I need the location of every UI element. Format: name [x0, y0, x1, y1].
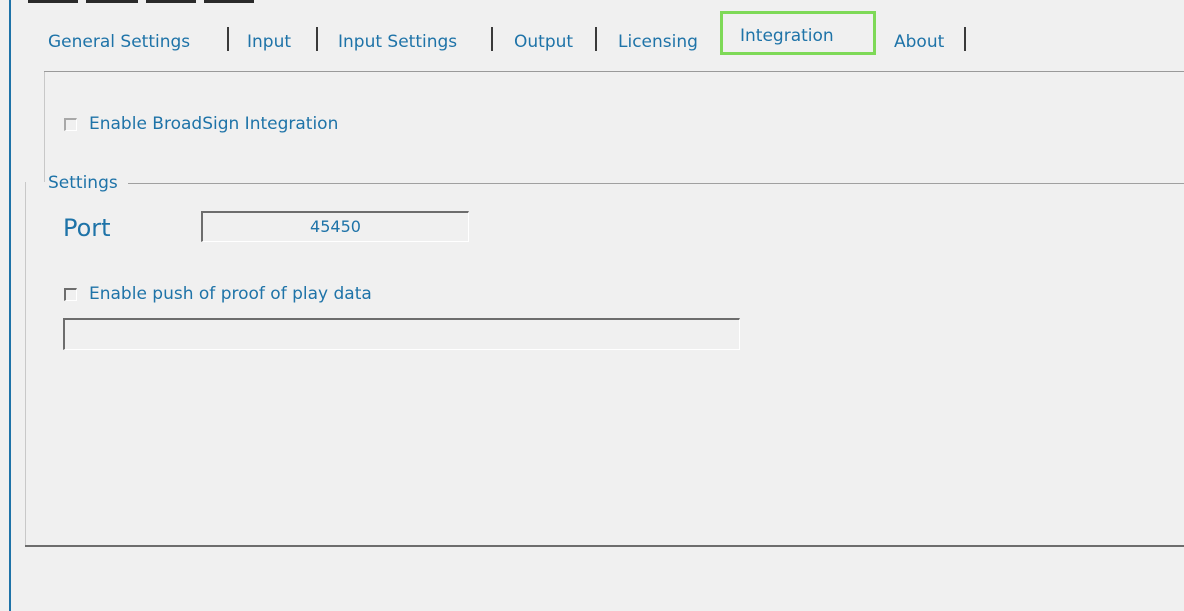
tab-integration[interactable]: Integration — [720, 11, 876, 55]
port-label: Port — [63, 214, 111, 242]
enable-broadsign-checkbox[interactable] — [64, 117, 77, 131]
enable-pop-label: Enable push of proof of play data — [89, 284, 372, 304]
settings-group-label: Settings — [48, 173, 120, 193]
tab-about[interactable]: About — [894, 25, 944, 59]
tab-bar: General Settings Input Input Settings Ou… — [36, 11, 1184, 61]
panel-bottom-border — [25, 545, 1184, 547]
tab-input-settings[interactable]: Input Settings — [338, 25, 457, 59]
panel-left-border — [25, 182, 26, 546]
enable-pop-checkbox[interactable] — [64, 287, 77, 301]
tab-content-left-border — [44, 72, 45, 182]
enable-broadsign-label: Enable BroadSign Integration — [89, 114, 339, 134]
enable-broadsign-row[interactable]: Enable BroadSign Integration — [64, 114, 338, 134]
settings-group-line — [128, 183, 1184, 184]
tab-separator — [595, 27, 597, 51]
enable-pop-row[interactable]: Enable push of proof of play data — [64, 284, 372, 304]
tab-separator — [316, 27, 318, 51]
tab-separator — [964, 27, 966, 51]
tab-separator — [491, 27, 493, 51]
tab-licensing[interactable]: Licensing — [618, 25, 698, 59]
pop-url-input[interactable] — [63, 318, 740, 350]
tab-content-top-border — [44, 71, 1184, 72]
window-left-edge — [9, 0, 11, 611]
tab-separator — [227, 27, 229, 51]
tab-input[interactable]: Input — [247, 25, 291, 59]
tab-general-settings[interactable]: General Settings — [48, 25, 190, 59]
tab-output[interactable]: Output — [514, 25, 573, 59]
port-input[interactable]: 45450 — [201, 211, 469, 242]
